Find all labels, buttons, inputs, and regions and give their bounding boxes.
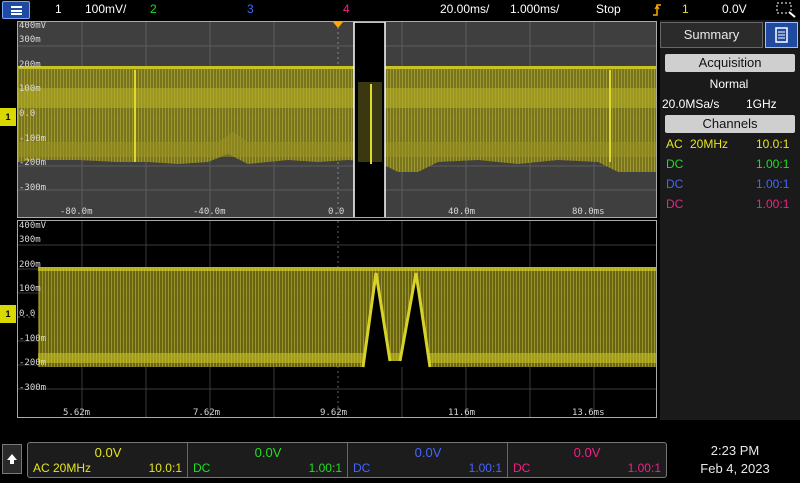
- lower-volt-label: 400mV: [19, 221, 47, 231]
- ch1-scale[interactable]: 100mV/: [85, 2, 126, 16]
- ch1-bw-limit: 20MHz: [690, 137, 729, 151]
- zoom-timebase[interactable]: 1.000ms/: [510, 2, 559, 16]
- ch4-coupling: DC: [666, 197, 684, 211]
- ch3-coupling: DC: [666, 177, 684, 191]
- upper-volt-label: 100m: [19, 84, 41, 94]
- ch3-info-box[interactable]: 0.0V DC 1.00:1: [348, 443, 508, 477]
- channels-header[interactable]: Channels: [665, 115, 795, 133]
- lower-volt-label: 0.0: [19, 309, 36, 319]
- summary-side-panel: Summary Acquisition Normal 20.0MSa/s 1GH…: [660, 20, 800, 420]
- upper-volt-label: 0.0: [19, 109, 36, 119]
- lower-time-label: 9.62m: [320, 408, 348, 418]
- ch1-info-box[interactable]: 0.0V AC 20MHz 10.0:1: [28, 443, 188, 477]
- timebase-scale[interactable]: 20.00ms/: [440, 2, 489, 16]
- ch1-ground-marker-upper[interactable]: 1: [0, 108, 16, 126]
- upper-volt-label: 200m: [19, 60, 41, 70]
- trigger-source[interactable]: 1: [682, 2, 689, 16]
- lower-time-label: 13.6ms: [572, 408, 605, 418]
- main-waveform-graticule: [18, 22, 656, 217]
- lower-volt-label: -200m: [19, 358, 47, 368]
- ch1-coupling-bottom: AC 20MHz: [33, 461, 92, 475]
- tab-summary[interactable]: Summary: [660, 22, 763, 48]
- lower-volt-label: -300m: [19, 383, 47, 393]
- ch2-coupling: DC: [666, 157, 684, 171]
- ch1-ground-marker-lower[interactable]: 1: [0, 305, 16, 323]
- lower-volt-label: -100m: [19, 334, 47, 344]
- menu-icon: [11, 6, 22, 15]
- clock-date: Feb 4, 2023: [700, 461, 770, 476]
- lower-volt-label: 300m: [19, 235, 41, 245]
- upper-time-label: 40.0m: [448, 207, 476, 217]
- ch3-probe-bottom: 1.00:1: [468, 461, 502, 475]
- upper-volt-label: -200m: [19, 158, 47, 168]
- trigger-level[interactable]: 0.0V: [722, 2, 747, 16]
- scroll-up-icon: [7, 454, 17, 464]
- ch3-number[interactable]: 3: [247, 2, 254, 16]
- ch2-number[interactable]: 2: [150, 2, 157, 16]
- scroll-up-button[interactable]: [2, 444, 22, 474]
- acquisition-header[interactable]: Acquisition: [665, 54, 795, 72]
- ch2-probe: 1.00:1: [756, 157, 790, 171]
- ch1-probe: 10.0:1: [756, 137, 790, 151]
- ch4-offset: 0.0V: [573, 445, 601, 460]
- ch2-info-box[interactable]: 0.0V DC 1.00:1: [188, 443, 348, 477]
- ch1-offset: 0.0V: [94, 445, 122, 460]
- upper-volt-label: -100m: [19, 134, 47, 144]
- zoom-region-icon[interactable]: [776, 2, 796, 18]
- trigger-position-marker[interactable]: [332, 21, 344, 29]
- ch4-probe: 1.00:1: [756, 197, 790, 211]
- channel-strip: 0.0V AC 20MHz 10.0:1 0.0V DC 1.00:1 0.0V…: [27, 442, 667, 478]
- upper-volt-label: 400mV: [19, 21, 47, 31]
- ch4-number[interactable]: 4: [343, 2, 350, 16]
- ch1-probe-bottom: 10.0:1: [148, 461, 182, 475]
- lower-time-label: 5.62m: [63, 408, 91, 418]
- acquisition-mode: Normal: [709, 77, 749, 91]
- clock-time: 2:23 PM: [710, 443, 760, 458]
- upper-volt-label: -300m: [19, 183, 47, 193]
- ch2-coupling-bottom: DC: [193, 461, 211, 475]
- ch4-info-box[interactable]: 0.0V DC 1.00:1: [508, 443, 666, 477]
- ch1-number[interactable]: 1: [55, 2, 62, 16]
- lower-volt-label: 200m: [19, 260, 41, 270]
- summary-panel-icon: [775, 27, 788, 43]
- menu-button[interactable]: [2, 1, 30, 19]
- trigger-edge-icon: [653, 4, 661, 16]
- zoom-waveform-graticule: [18, 221, 656, 417]
- ch1-zoom-waveform: [38, 267, 656, 368]
- top-status-bar: 1 100mV/ 2 3 4 20.00ms/ 1.000ms/ Stop 1 …: [0, 0, 800, 20]
- ch3-probe: 1.00:1: [756, 177, 790, 191]
- ch2-probe-bottom: 1.00:1: [308, 461, 342, 475]
- ch4-probe-bottom: 1.00:1: [627, 461, 661, 475]
- ch2-offset: 0.0V: [254, 445, 282, 460]
- ch1-coupling: AC: [666, 137, 683, 151]
- sample-rate: 20.0MSa/s: [662, 97, 720, 111]
- run-state[interactable]: Stop: [596, 2, 621, 16]
- ch4-coupling-bottom: DC: [513, 461, 531, 475]
- upper-time-label: -80.0m: [60, 207, 93, 217]
- main-waveform-window[interactable]: 400mV 300m 200m 100m 0.0 -100m -200m -30…: [17, 21, 657, 218]
- zoom-waveform-window[interactable]: 400mV 300m 200m 100m 0.0 -100m -200m -30…: [17, 220, 657, 418]
- summary-panel-button[interactable]: [765, 22, 798, 48]
- lower-volt-label: 100m: [19, 284, 41, 294]
- upper-volt-label: 300m: [19, 35, 41, 45]
- bandwidth: 1GHz: [746, 97, 777, 111]
- upper-time-label: -40.0m: [193, 207, 226, 217]
- lower-time-label: 7.62m: [193, 408, 221, 418]
- ch3-coupling-bottom: DC: [353, 461, 371, 475]
- bottom-channel-bar: 0.0V AC 20MHz 10.0:1 0.0V DC 1.00:1 0.0V…: [0, 420, 800, 480]
- ch3-offset: 0.0V: [414, 445, 442, 460]
- lower-time-label: 11.6m: [448, 408, 476, 418]
- upper-time-label: 0.0: [328, 207, 345, 217]
- upper-time-label: 80.0ms: [572, 207, 605, 217]
- ch1-main-waveform: [18, 66, 656, 172]
